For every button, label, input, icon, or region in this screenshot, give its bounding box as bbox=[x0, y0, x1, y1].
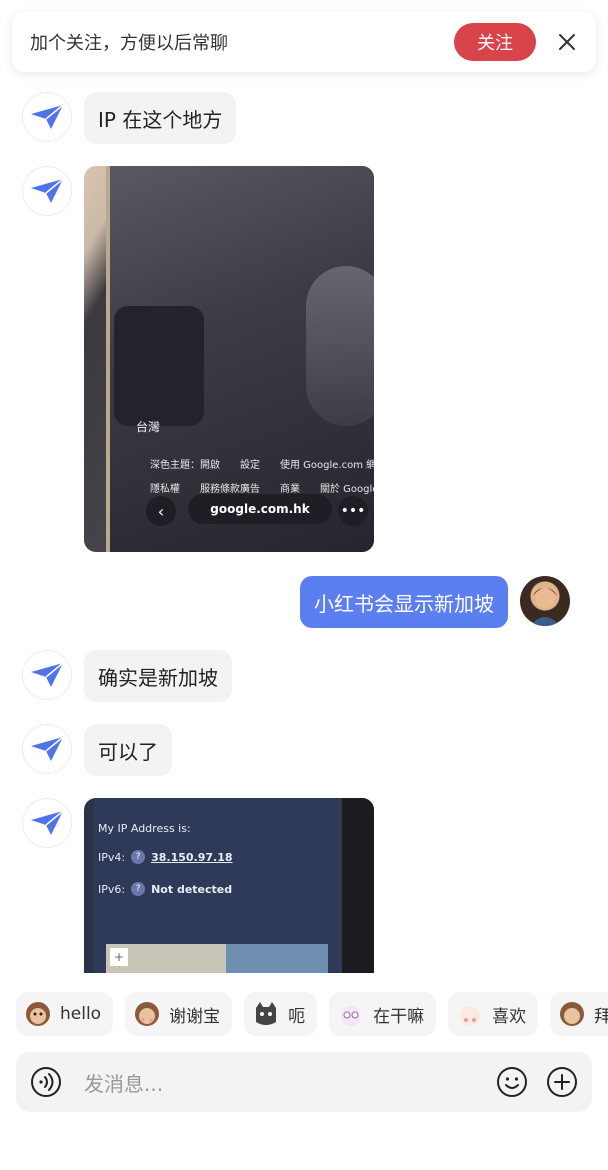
message-input[interactable]: 发消息... bbox=[84, 1068, 496, 1097]
google-footer-line2: 隱私權 服務條款廣告 商業 關於 Google bbox=[150, 484, 374, 495]
follow-banner: 加个关注，方便以后常聊 关注 bbox=[12, 12, 596, 72]
more-icon: ••• bbox=[338, 496, 368, 526]
quick-reply-label: 喜欢 bbox=[492, 1006, 527, 1027]
quick-reply-label: 谢谢宝 bbox=[169, 1006, 221, 1027]
ip-heading: My IP Address is: bbox=[98, 822, 191, 835]
message-row: 确实是新加坡 bbox=[22, 650, 232, 702]
monkey-icon bbox=[24, 1000, 52, 1028]
quick-reply-label: 拜 bbox=[594, 1006, 608, 1027]
phone-edge bbox=[342, 798, 374, 973]
image-message-google-screen[interactable]: 台灣 深色主題：開啟 設定 使用 Google.com 網域 隱私權 服務條款廣… bbox=[84, 166, 374, 552]
message-bubble-outgoing[interactable]: 小红书会显示新加坡 bbox=[300, 576, 508, 628]
quick-reply-label: hello bbox=[60, 1004, 102, 1024]
quick-reply-label: 呃 bbox=[288, 1006, 306, 1027]
back-icon: ‹ bbox=[146, 496, 176, 526]
ipv6-row: IPv6: ? Not detected bbox=[98, 882, 232, 896]
rabbit-love-icon bbox=[456, 1000, 484, 1028]
ipv6-value: Not detected bbox=[151, 882, 233, 896]
ipv4-label: IPv4: bbox=[98, 850, 126, 864]
quick-reply-chip[interactable]: 呃 bbox=[244, 992, 318, 1036]
quick-reply-label: 在干嘛 bbox=[373, 1006, 425, 1027]
message-input-bar: 发消息... bbox=[16, 1052, 592, 1112]
region-label: 台灣 bbox=[136, 420, 161, 434]
quick-reply-chip[interactable]: 谢谢宝 bbox=[125, 992, 233, 1036]
message-row: 台灣 深色主題：開啟 設定 使用 Google.com 網域 隱私權 服務條款廣… bbox=[22, 166, 374, 552]
help-icon: ? bbox=[131, 850, 146, 864]
close-icon[interactable] bbox=[556, 31, 578, 53]
quick-reply-chip[interactable]: 喜欢 bbox=[448, 992, 539, 1036]
url-bar: google.com.hk bbox=[188, 494, 332, 524]
ip-heading-text: My IP Address is: bbox=[98, 822, 191, 835]
ipv6-label: IPv6: bbox=[98, 882, 126, 896]
contact-avatar[interactable] bbox=[22, 724, 72, 774]
help-icon: ? bbox=[131, 882, 146, 896]
phone-camera-bump bbox=[114, 306, 204, 426]
message-bubble[interactable]: 确实是新加坡 bbox=[84, 650, 232, 702]
paper-plane-icon bbox=[31, 104, 64, 129]
quick-reply-chip[interactable]: 拜 bbox=[550, 992, 608, 1036]
zoom-in-icon: + bbox=[110, 948, 128, 966]
paper-plane-icon bbox=[31, 810, 64, 835]
follow-button[interactable]: 关注 bbox=[454, 23, 536, 61]
message-bubble[interactable]: IP 在这个地方 bbox=[84, 92, 237, 144]
message-bubble[interactable]: 可以了 bbox=[84, 724, 172, 776]
emoji-icon[interactable] bbox=[496, 1066, 528, 1098]
ipv4-value: 38.150.97.18 bbox=[151, 850, 233, 864]
quick-reply-chip[interactable]: 在干嘛 bbox=[329, 992, 437, 1036]
quick-reply-chip[interactable]: hello bbox=[16, 992, 114, 1036]
my-avatar[interactable] bbox=[520, 576, 570, 626]
monkey-thanks-icon bbox=[133, 1000, 161, 1028]
plus-icon[interactable] bbox=[546, 1066, 578, 1098]
follow-prompt-text: 加个关注，方便以后常聊 bbox=[30, 33, 228, 54]
message-row: 可以了 bbox=[22, 724, 172, 776]
paper-plane-icon bbox=[31, 178, 64, 203]
contact-avatar[interactable] bbox=[22, 166, 72, 216]
paper-plane-icon bbox=[31, 662, 64, 687]
message-row: My IP Address is: IPv4: ? 38.150.97.18 I… bbox=[22, 798, 374, 973]
paper-plane-icon bbox=[31, 736, 64, 761]
monkey-bye-icon bbox=[558, 1000, 586, 1028]
google-footer-line1: 深色主題：開啟 設定 使用 Google.com 網域 bbox=[150, 460, 374, 471]
contact-avatar[interactable] bbox=[22, 92, 72, 142]
finger-reflection bbox=[306, 266, 374, 426]
contact-avatar[interactable] bbox=[22, 798, 72, 848]
image-message-ip-screen[interactable]: My IP Address is: IPv4: ? 38.150.97.18 I… bbox=[84, 798, 374, 973]
rabbit-icon bbox=[337, 1000, 365, 1028]
quick-reply-bar: hello 谢谢宝 呃 在干嘛 喜欢 拜 bbox=[16, 992, 608, 1038]
url-text: google.com.hk bbox=[210, 502, 310, 516]
cat-icon bbox=[252, 1000, 280, 1028]
message-row-outgoing: 小红书会显示新加坡 bbox=[300, 576, 570, 628]
contact-avatar[interactable] bbox=[22, 650, 72, 700]
ipv4-row: IPv4: ? 38.150.97.18 bbox=[98, 850, 233, 864]
message-row: IP 在这个地方 bbox=[22, 92, 237, 144]
voice-icon[interactable] bbox=[30, 1066, 62, 1098]
